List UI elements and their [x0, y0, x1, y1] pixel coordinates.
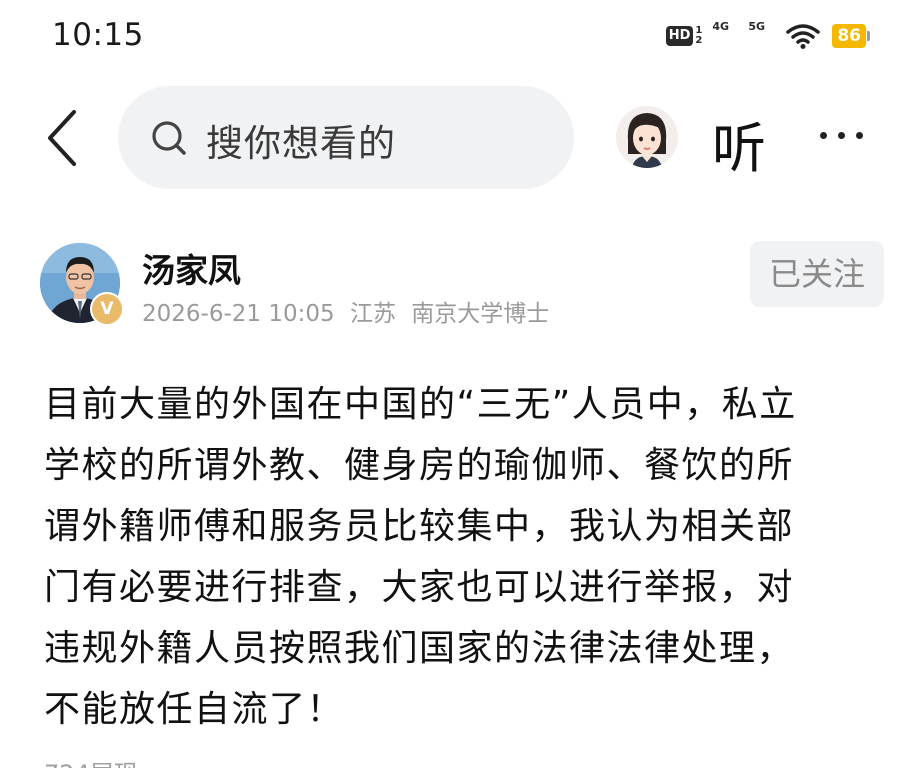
hd-label: HD	[665, 26, 694, 46]
back-button[interactable]	[40, 108, 84, 168]
hd-sub-bottom: 2	[695, 35, 703, 46]
author-header: V 汤家凤 2026-6-21 10:05 江苏 南京大学博士 已关注	[0, 240, 922, 330]
assistant-avatar[interactable]	[616, 106, 678, 168]
wifi-icon	[786, 24, 821, 49]
battery-icon: 86	[832, 24, 870, 48]
verified-badge-icon: V	[90, 292, 124, 326]
listen-button[interactable]: 听	[712, 104, 766, 183]
more-dot-icon	[820, 132, 827, 139]
post-text-line: 门有必要进行排查，大家也可以进行举报，对	[44, 567, 795, 608]
author-location: 江苏	[349, 301, 396, 327]
author-name[interactable]: 汤家凤	[142, 244, 241, 292]
post-text-line: 学校的所谓外教、健身房的瑜伽师、餐饮的所	[44, 445, 795, 486]
signal-4g-icon: 4G	[712, 20, 738, 48]
more-options-button[interactable]	[820, 132, 863, 139]
post-content: 目前大量的外国在中国的“三无”人员中，私立 学校的所谓外教、健身房的瑜伽师、餐饮…	[44, 374, 880, 740]
girl-avatar-icon	[616, 106, 678, 168]
post-text-line: 违规外籍人员按照我们国家的法律法律处理，	[44, 628, 795, 669]
hd-voice-icon: HD 1 2	[665, 26, 703, 46]
view-count: 724展现	[44, 754, 138, 768]
search-input[interactable]: 搜你想看的	[118, 86, 574, 189]
status-bar: 10:15 HD 1 2 4G 5G 86	[0, 0, 922, 72]
search-icon	[152, 121, 186, 155]
post-text-line: 谓外籍师傅和服务员比较集中，我认为相关部	[44, 506, 795, 547]
post-text-line: 目前大量的外国在中国的“三无”人员中，私立	[44, 384, 797, 425]
status-time: 10:15	[52, 17, 144, 53]
app-screen: 10:15 HD 1 2 4G 5G 86 搜你想看的 听 V 汤家凤 2026…	[0, 0, 922, 768]
follow-button[interactable]: 已关注	[750, 241, 884, 307]
post-datetime: 2026-6-21 10:05	[142, 301, 335, 327]
author-meta: 2026-6-21 10:05 江苏 南京大学博士	[142, 294, 557, 328]
signal-5g-icon: 5G	[748, 20, 774, 48]
top-nav-bar: 搜你想看的 听	[0, 86, 922, 190]
signal-5g-label: 5G	[748, 20, 766, 33]
more-dot-icon	[856, 132, 863, 139]
post-text-line: 不能放任自流了！	[44, 689, 345, 730]
search-placeholder: 搜你想看的	[206, 122, 396, 165]
author-title: 南京大学博士	[411, 301, 550, 327]
more-dot-icon	[838, 132, 845, 139]
signal-4g-label: 4G	[712, 20, 730, 33]
status-icons: HD 1 2 4G 5G 86	[665, 20, 870, 52]
chevron-left-icon	[48, 110, 76, 166]
battery-level: 86	[832, 24, 866, 48]
